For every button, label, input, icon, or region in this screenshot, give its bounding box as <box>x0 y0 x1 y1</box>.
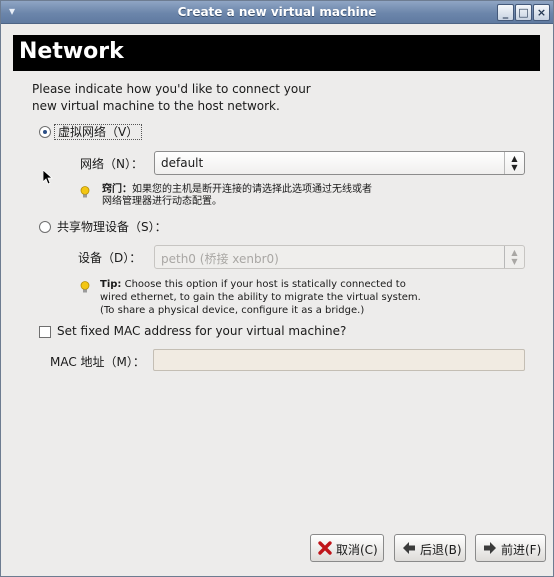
back-button[interactable]: 后退(B) <box>394 534 466 562</box>
virtual-network-label: 虚拟网络（V） <box>54 124 143 140</box>
maximize-button[interactable]: □ <box>515 4 532 21</box>
back-arrow-icon <box>403 542 415 554</box>
page-header: Network <box>13 35 540 71</box>
lightbulb-icon <box>80 281 90 293</box>
intro-text: Please indicate how you'd like to connec… <box>32 81 311 115</box>
fixed-mac-checkbox[interactable] <box>39 326 51 338</box>
minimize-button[interactable]: _ <box>497 4 514 21</box>
tip-heading: 窍门： <box>102 184 132 195</box>
back-label: 后退(B) <box>420 543 462 557</box>
select-arrows-icon: ▲ ▼ <box>504 246 524 268</box>
forward-label: 前进(F) <box>501 543 542 557</box>
page-title: Network <box>19 39 124 64</box>
fixed-mac-label[interactable]: Set fixed MAC address for your virtual m… <box>57 324 346 338</box>
forward-button[interactable]: 前进(F) <box>475 534 546 562</box>
virtual-network-radio[interactable] <box>39 126 51 138</box>
title-bar[interactable]: ▾ Create a new virtual machine _ □ × <box>1 1 553 24</box>
select-arrows-icon: ▲ ▼ <box>504 152 524 174</box>
cancel-icon <box>318 541 332 555</box>
network-label: 网络（N）： <box>80 157 143 171</box>
dialog-window: ▾ Create a new virtual machine _ □ × Net… <box>0 0 554 577</box>
shared-device-label[interactable]: 共享物理设备（S）： <box>57 218 167 235</box>
shared-device-radio[interactable] <box>39 221 51 233</box>
device-select[interactable]: peth0 (桥接 xenbr0) ▲ ▼ <box>154 245 525 269</box>
network-select[interactable]: default ▲ ▼ <box>154 151 525 175</box>
forward-arrow-icon <box>484 542 496 554</box>
intro-line-2: new virtual machine to the host network. <box>32 99 280 113</box>
shared-device-tip: Tip: Choose this option if your host is … <box>100 278 421 317</box>
cancel-button[interactable]: 取消(C) <box>310 534 384 562</box>
cancel-label: 取消(C) <box>336 543 378 557</box>
virtual-network-option[interactable]: 虚拟网络（V） <box>54 123 143 140</box>
intro-line-1: Please indicate how you'd like to connec… <box>32 82 311 96</box>
device-select-value: peth0 (桥接 xenbr0) <box>161 252 279 266</box>
tip-line-3: (To share a physical device, configure i… <box>100 305 365 316</box>
mac-address-input[interactable] <box>153 349 525 371</box>
tip-line-1: Choose this option if your host is stati… <box>124 279 406 290</box>
close-button[interactable]: × <box>533 4 550 21</box>
device-label: 设备（D）： <box>78 251 142 265</box>
window-title: Create a new virtual machine <box>177 5 377 19</box>
mac-address-label: MAC 地址（M）： <box>50 355 145 369</box>
tip-line-1: 如果您的主机是断开连接的请选择此选项通过无线或者 <box>132 184 372 195</box>
lightbulb-icon <box>80 186 90 198</box>
virtual-network-tip: 窍门：如果您的主机是断开连接的请选择此选项通过无线或者 网络管理器进行动态配置。 <box>102 184 372 208</box>
network-select-value: default <box>161 156 204 170</box>
mouse-cursor-icon <box>43 170 53 185</box>
tip-line-2: 网络管理器进行动态配置。 <box>102 196 222 207</box>
tip-line-2: wired ethernet, to gain the ability to m… <box>100 292 421 303</box>
tip-heading: Tip: <box>100 279 122 290</box>
